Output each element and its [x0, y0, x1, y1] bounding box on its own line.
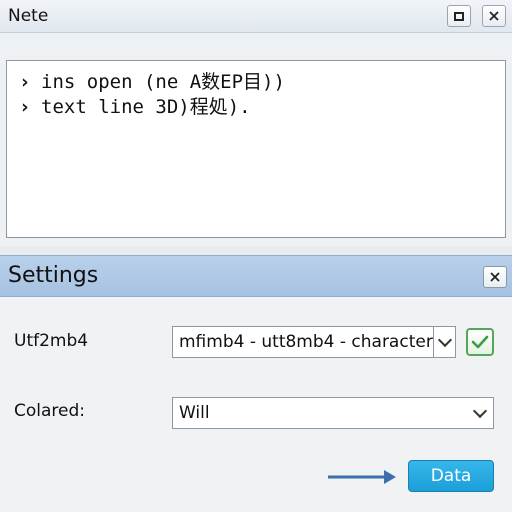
editor-line-text: ins open (ne A数EP目)): [41, 71, 285, 93]
colored-select-value: Will: [179, 403, 210, 423]
note-titlebar: Nete: [0, 0, 512, 33]
maximize-icon: [454, 11, 464, 21]
prompt-chevron: ›: [19, 96, 31, 118]
charset-select[interactable]: mfimb4 - utt8mb4 - character: [172, 326, 456, 358]
close-icon: [489, 11, 499, 21]
check-icon: [471, 335, 489, 349]
confirm-checkbox[interactable]: [466, 328, 494, 356]
note-window-title: Nete: [8, 6, 49, 26]
editor-line-text: text line 3D)程処).: [41, 96, 251, 118]
close-button[interactable]: [482, 5, 506, 27]
colored-label: Colared:: [14, 401, 86, 421]
charset-select-value: mfimb4 - utt8mb4 - character: [179, 332, 433, 352]
data-button[interactable]: Data: [408, 460, 494, 492]
colored-select[interactable]: Will: [172, 397, 494, 429]
chevron-down-icon[interactable]: [435, 327, 455, 357]
note-editor[interactable]: › ins open (ne A数EP目)) › text line 3D)程処).: [6, 60, 506, 238]
close-icon: [490, 272, 500, 282]
settings-header: Settings: [0, 255, 512, 297]
note-window: Nete › ins open (ne A数EP目)) › text line 3D…: [0, 0, 512, 246]
select-divider: [433, 327, 434, 357]
editor-line: › text line 3D)程処).: [19, 92, 251, 119]
settings-title: Settings: [8, 263, 99, 288]
editor-line: › ins open (ne A数EP目)): [19, 67, 285, 94]
prompt-chevron: ›: [19, 71, 31, 93]
charset-label: Utf2mb4: [14, 331, 89, 351]
settings-panel: Settings Utf2mb4 mfimb4 - utt8mb4 - char…: [0, 255, 512, 512]
maximize-button[interactable]: [447, 5, 471, 27]
settings-close-button[interactable]: [483, 266, 507, 288]
arrow-right-icon: [328, 470, 396, 484]
chevron-down-icon[interactable]: [469, 398, 491, 428]
